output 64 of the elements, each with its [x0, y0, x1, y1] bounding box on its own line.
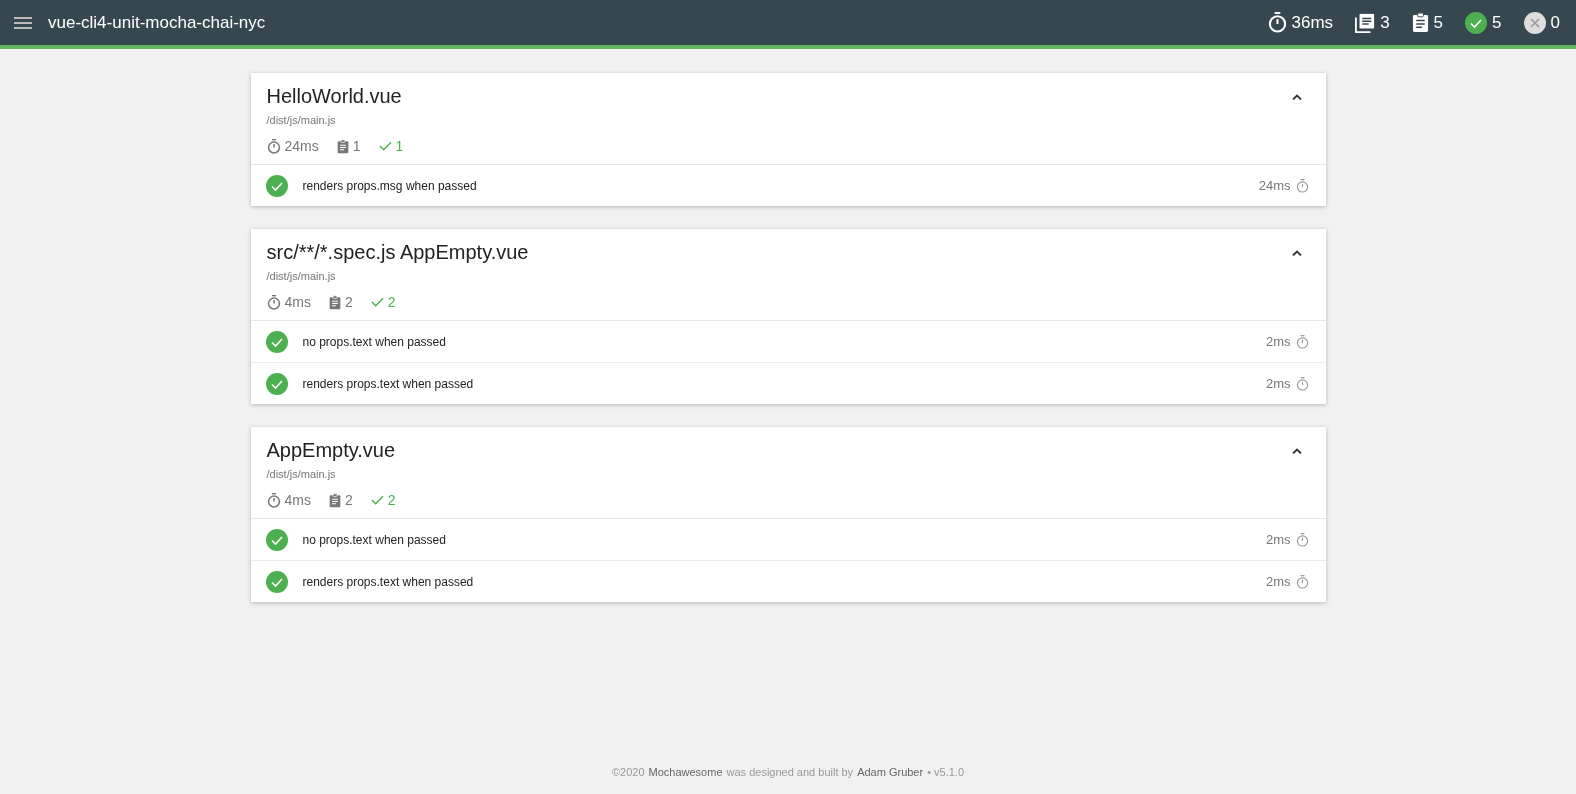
suite-tests-count: 2	[344, 492, 353, 508]
chevron-up-icon[interactable]	[1291, 447, 1302, 454]
stopwatch-icon	[266, 294, 281, 310]
suite-title: src/**/*.spec.js AppEmpty.vue	[266, 241, 529, 264]
test-title: no props.text when passed	[302, 532, 446, 547]
check-icon	[370, 495, 384, 505]
suite-file: /dist/js/main.js	[266, 468, 337, 480]
test-row[interactable]: no props.text when passed 2ms	[250, 519, 1326, 560]
chevron-up-icon[interactable]	[1291, 249, 1302, 256]
suite-duration: 24ms	[284, 138, 319, 154]
suite-duration: 4ms	[284, 492, 311, 508]
test-duration: 2ms	[1265, 532, 1291, 547]
stopwatch-icon	[1267, 12, 1287, 33]
check-circle-icon	[1465, 11, 1488, 34]
stopwatch-icon	[1295, 532, 1309, 547]
clipboard-icon	[336, 138, 349, 154]
clipboard-icon	[328, 294, 341, 310]
stopwatch-icon	[1295, 334, 1309, 349]
documents-icon	[1355, 12, 1376, 33]
cross-circle-icon	[1523, 11, 1546, 34]
test-duration: 24ms	[1258, 178, 1291, 193]
stopwatch-icon	[1295, 376, 1309, 391]
menu-icon[interactable]	[14, 16, 32, 29]
mochawesome-link[interactable]: Mochawesome	[648, 766, 723, 778]
total-duration: 36ms	[1291, 12, 1334, 33]
test-row[interactable]: no props.text when passed 2ms	[250, 321, 1326, 362]
suite-tests-count: 1	[352, 138, 361, 154]
test-duration: 2ms	[1265, 574, 1291, 589]
stopwatch-icon	[266, 492, 281, 508]
suite-duration: 4ms	[284, 294, 311, 310]
suite-file: /dist/js/main.js	[266, 270, 337, 282]
stopwatch-icon	[266, 138, 281, 154]
test-title: renders props.text when passed	[302, 376, 474, 391]
suite-passed-count: 2	[387, 492, 396, 508]
test-row[interactable]: renders props.text when passed 2ms	[250, 560, 1326, 602]
failed-count: 0	[1550, 12, 1560, 33]
test-duration: 2ms	[1265, 334, 1291, 349]
check-icon	[370, 297, 384, 307]
copyright-text: ©2020	[611, 766, 645, 778]
suites-count: 3	[1380, 12, 1390, 33]
suite-title: HelloWorld.vue	[266, 85, 402, 108]
clipboard-icon	[1411, 12, 1429, 33]
suite-tests-count: 2	[344, 294, 353, 310]
test-row[interactable]: renders props.msg when passed 24ms	[250, 165, 1326, 206]
chevron-up-icon[interactable]	[1291, 93, 1302, 100]
clipboard-icon	[328, 492, 341, 508]
suite-title: AppEmpty.vue	[266, 439, 396, 462]
tests-count: 5	[1433, 12, 1444, 33]
stopwatch-icon	[1295, 178, 1309, 193]
check-icon	[378, 141, 392, 151]
version-text: • v5.1.0	[927, 766, 965, 778]
author-link[interactable]: Adam Gruber	[857, 766, 924, 778]
test-title: no props.text when passed	[302, 334, 446, 349]
suite-file: /dist/js/main.js	[266, 114, 337, 126]
test-title: renders props.msg when passed	[302, 178, 477, 193]
report-title: vue-cli4-unit-mocha-chai-nyc	[48, 12, 266, 33]
credit-text: was designed and built by	[726, 766, 854, 778]
suite-passed-count: 1	[395, 138, 404, 154]
suite-passed-count: 2	[387, 294, 396, 310]
test-row[interactable]: renders props.text when passed 2ms	[250, 362, 1326, 404]
stopwatch-icon	[1295, 574, 1309, 589]
test-duration: 2ms	[1265, 376, 1291, 391]
test-title: renders props.text when passed	[302, 574, 474, 589]
passed-count: 5	[1492, 12, 1502, 33]
